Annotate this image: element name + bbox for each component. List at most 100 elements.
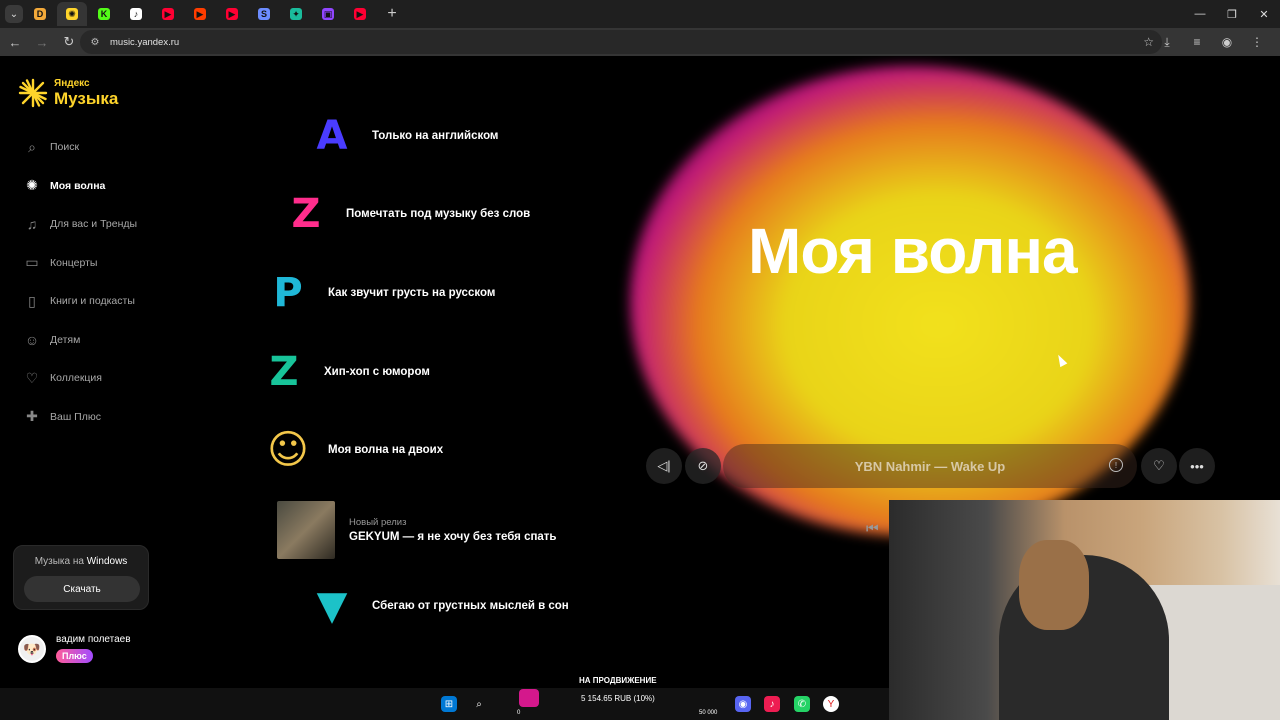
youtube-tab-icon: ▶ [162, 8, 174, 20]
user-name: вадим полетаев [56, 634, 131, 645]
yandex-music-logo[interactable]: Яндекс Музыка [18, 78, 118, 108]
more-options-icon[interactable]: ••• [1179, 448, 1215, 484]
wave-setting-item[interactable]: ▼ Сбегаю от грустных мыслей в сон [306, 580, 569, 632]
sidebar-item-5[interactable]: ▯ Книги и подкасты [24, 282, 137, 321]
wave-setting-item[interactable]: ☺ Моя волна на двоих [262, 424, 443, 476]
sidebar-item-2[interactable]: ✺ Моя волна [24, 167, 137, 206]
k-tab-icon: K [98, 8, 110, 20]
forward-icon[interactable]: → [30, 30, 54, 54]
browser-tab[interactable]: D [25, 2, 55, 26]
search-icon: ⌕ [28, 138, 36, 155]
browser-tab[interactable]: ▶ [345, 2, 375, 26]
book-icon: ▯ [28, 292, 36, 309]
logo-big-text: Музыка [54, 89, 119, 108]
tab-search-button[interactable]: ⌄ [5, 5, 23, 23]
wave-setting-item[interactable]: A Только на английском [306, 110, 499, 162]
wave-setting-title: Сбегаю от грустных мыслей в сон [372, 600, 569, 612]
yandex-browser-icon[interactable]: Y [823, 696, 839, 712]
avatar[interactable]: 🐶 [18, 635, 46, 663]
wave-setting-cover-icon: A [316, 113, 348, 159]
browser-tab[interactable]: S [249, 2, 279, 26]
promo-max: 50 000 [699, 710, 718, 716]
new-release-item[interactable]: Новый релиз GEKYUM — я не хочу без тебя … [277, 501, 557, 559]
download-icon[interactable]: ⤓ [1152, 30, 1182, 54]
wave-setting-cover-icon: ☺ [267, 427, 309, 473]
music-note-icon: ♫ [26, 216, 38, 233]
sidebar-item-4[interactable]: ▭ Концерты [24, 244, 137, 283]
release-cover-image [277, 501, 335, 559]
sidebar-item-label: Книги и подкасты [50, 295, 135, 308]
d-tab-icon: D [34, 8, 46, 20]
wave-setting-item[interactable]: Z Хип-хоп с юмором [258, 346, 430, 398]
site-info-icon[interactable]: ⚙ [88, 35, 102, 49]
track-title: YBN Nahmir — Wake Up [854, 458, 1006, 474]
sidebar-item-label: Концерты [50, 256, 98, 269]
sidebar-item-1[interactable]: ⌕ Поиск [24, 128, 137, 167]
wave-icon: ✺ [26, 177, 38, 194]
sidebar-item-3[interactable]: ♫ Для вас и Тренды [24, 205, 137, 244]
promo-amount: 5 154.65 RUB (10%) [581, 694, 655, 703]
wave-setting-cover-icon: Z [269, 349, 299, 395]
browser-tab[interactable]: K [89, 2, 119, 26]
browser-tab[interactable]: ✦ [281, 2, 311, 26]
user-profile[interactable]: 🐶 вадим полетаев Плюс [18, 634, 131, 664]
menu-icon[interactable]: ⋮ [1242, 30, 1272, 54]
now-playing-pill[interactable]: YBN Nahmir — Wake Up ! [723, 444, 1137, 488]
browser-tab[interactable]: ▶ [185, 2, 215, 26]
previous-track-icon[interactable]: ⏮ [866, 520, 879, 537]
info-icon[interactable]: ! [1109, 458, 1123, 472]
browser-tab[interactable]: ▣ [313, 2, 343, 26]
wave-setting-cover-icon: Z [291, 191, 321, 237]
wave-setting-title: Хип-хоп с юмором [324, 366, 430, 378]
reload-icon[interactable]: ↻ [57, 30, 81, 54]
webcam-overlay [889, 500, 1280, 720]
minimize-icon[interactable]: — [1184, 0, 1216, 28]
youtube-tab-icon: ▶ [354, 8, 366, 20]
browser-tab[interactable]: ✺ [57, 2, 87, 26]
wave-setting-item[interactable]: Z Помечтать под музыку без слов [280, 188, 530, 240]
restore-icon[interactable]: ❐ [1216, 0, 1248, 28]
new-tab-button[interactable]: + [381, 3, 403, 25]
volume-icon[interactable]: ◁| [646, 448, 682, 484]
tiktok-tab-icon: ♪ [130, 8, 142, 20]
taskbar-search-icon[interactable]: ⌕ [471, 696, 487, 712]
sidebar-item-label: Коллекция [50, 372, 102, 385]
logo-small-text: Яндекс [54, 78, 90, 89]
back-icon[interactable]: ← [3, 30, 27, 54]
tab-strip: D ✺ K ♪ ▶ ▶ ▶ S ✦ ▣ ▶ [23, 2, 375, 26]
tiktok-icon[interactable]: ♪ [764, 696, 780, 712]
sidebar-item-7[interactable]: ♡ Коллекция [24, 359, 137, 398]
whatsapp-icon[interactable]: ✆ [794, 696, 810, 712]
wave-setting-item[interactable]: P Как звучит грусть на русском [262, 267, 495, 319]
wave-setting-cover-icon: P [273, 270, 303, 316]
video-tab-icon: ▶ [194, 8, 206, 20]
streamer-head [1019, 540, 1089, 630]
download-card-title: Музыка на Windows [34, 556, 128, 567]
sidebar-item-8[interactable]: ✚ Ваш Плюс [24, 398, 137, 437]
twitch-tab-icon: ▣ [322, 8, 334, 20]
windows-start-icon[interactable]: ⊞ [441, 696, 457, 712]
sidebar-item-label: Детям [50, 333, 81, 346]
wave-setting-title: Как звучит грусть на русском [328, 287, 496, 299]
plus-badge[interactable]: Плюс [56, 649, 93, 663]
wave-setting-title: Только на английском [372, 130, 499, 142]
media-control-icon[interactable]: ≡ [1182, 30, 1212, 54]
discord-icon[interactable]: ◉ [735, 696, 751, 712]
dislike-icon[interactable]: ⊘ [685, 448, 721, 484]
profile-icon[interactable]: ◉ [1212, 30, 1242, 54]
browser-tab[interactable]: ♪ [121, 2, 151, 26]
browser-tab-bar: ⌄ D ✺ K ♪ ▶ ▶ ▶ S ✦ ▣ ▶ + — ❐ ✕ [0, 0, 1280, 28]
sidebar-item-label: Ваш Плюс [50, 410, 101, 423]
browser-toolbar: ← → ↻ ⚙ music.yandex.ru ☆ ⤓ ≡ ◉ ⋮ [0, 28, 1280, 56]
heart-icon: ♡ [25, 369, 39, 386]
like-heart-icon[interactable]: ♡ [1141, 448, 1177, 484]
browser-tab[interactable]: ▶ [153, 2, 183, 26]
close-icon[interactable]: ✕ [1248, 0, 1280, 28]
browser-tab[interactable]: ▶ [217, 2, 247, 26]
sidebar-item-label: Моя волна [50, 179, 106, 192]
download-button[interactable]: Скачать [24, 576, 140, 602]
yandex-music-tab-icon: ✺ [66, 8, 78, 20]
address-bar[interactable]: ⚙ music.yandex.ru ☆ [80, 30, 1162, 54]
sidebar-item-6[interactable]: ☺ Детям [24, 321, 137, 360]
sidebar-nav: ⌕ Поиск ✺ Моя волна ♫ Для вас и Тренды ▭ Концер… [24, 128, 137, 436]
